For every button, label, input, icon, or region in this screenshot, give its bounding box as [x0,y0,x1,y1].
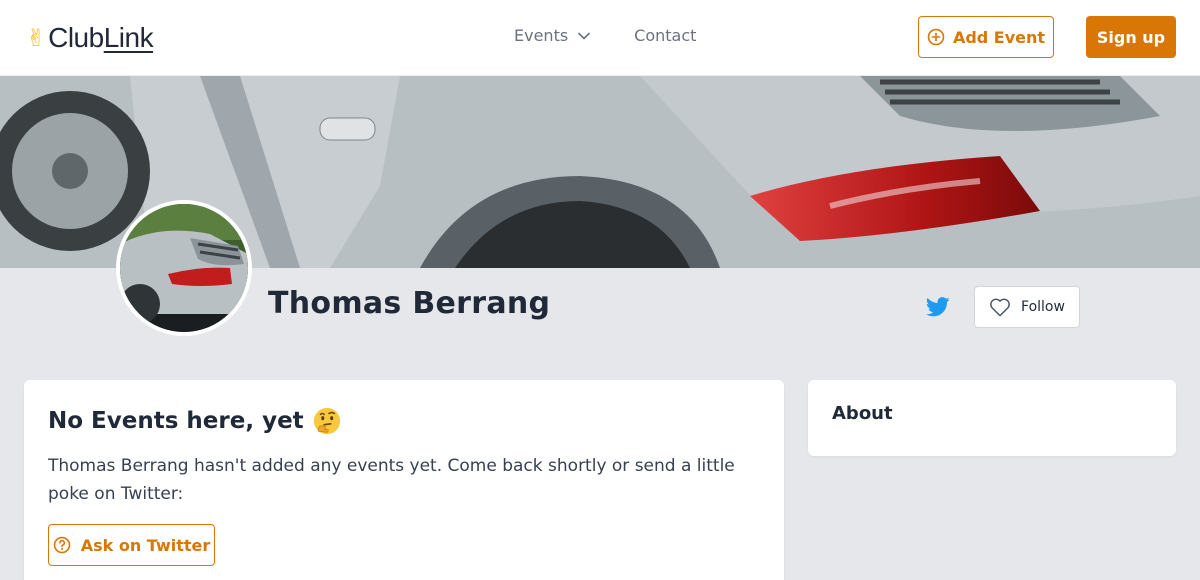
clublink-logo[interactable]: ✌ ClubLink [26,20,154,56]
follow-label: Follow [1021,299,1065,315]
chevron-down-icon [578,32,590,39]
ask-on-twitter-button[interactable]: Ask on Twitter [48,524,215,566]
thinking-face-icon [313,407,340,435]
nav-events-dropdown[interactable]: Events [514,26,590,45]
follow-button[interactable]: Follow [974,286,1080,328]
nav-contact-link[interactable]: Contact [634,26,696,45]
plus-circle-icon [927,28,945,46]
question-circle-icon [53,536,71,554]
nav-events-label: Events [514,26,569,45]
sign-up-button[interactable]: Sign up [1086,16,1176,58]
logo-text: ClubLink [48,22,153,54]
events-card: No Events here, yet Thomas Berrang hasn'… [24,380,784,580]
events-card-message: Thomas Berrang hasn't added any events y… [48,456,735,504]
profile-avatar [116,200,252,336]
top-navbar: ✌ ClubLink Events Contact Add Event Sign… [0,0,1200,76]
add-event-label: Add Event [952,27,1046,47]
twitter-icon[interactable] [925,296,950,318]
logo-text-club: Club [48,22,104,53]
victory-hand-icon: ✌ [26,24,47,52]
events-card-title: No Events here, yet [48,406,342,436]
main-nav: Events Contact [514,26,696,45]
events-card-title-text: No Events here, yet [48,408,304,434]
about-card: About [808,380,1176,456]
add-event-button[interactable]: Add Event [918,16,1054,58]
logo-text-link: Link [103,22,154,53]
about-card-title: About [832,403,893,424]
heart-icon [990,298,1010,317]
ask-on-twitter-label: Ask on Twitter [80,535,211,555]
profile-name: Thomas Berrang [268,286,551,321]
